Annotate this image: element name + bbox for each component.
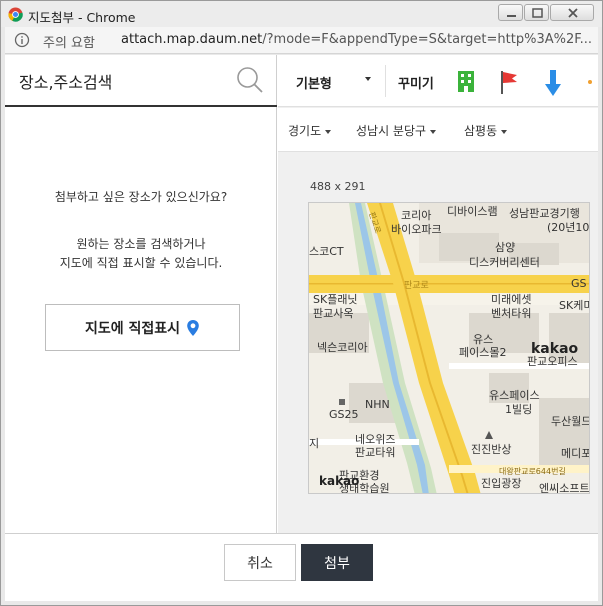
prompt-line-1: 원하는 장소를 검색하거나 [76,237,206,251]
building-icon[interactable] [456,69,476,93]
map-label: SK케미 [559,299,590,312]
map-label: 두산월드 [551,415,590,428]
map-panel: 기본형 꾸미기 경기도 성남시 분당구 삼평동 488 x 291 판교로 대왕… [278,55,598,533]
page-content: 장소,주소검색 첨부하고 싶은 장소가 있으신가요? 원하는 장소를 검색하거나… [5,55,598,601]
mark-on-map-button[interactable]: 지도에 직접표시 [45,304,240,351]
map-preview[interactable]: 판교로 대왕판교로644번길 디바이스램 성남판교경기행 (20년10월 코리아… [308,202,590,494]
title-bar: 지도첨부 - Chrome [1,1,602,27]
city-label: 성남시 분당구 [356,124,427,138]
map-label: 네오위즈 [355,433,395,446]
mark-on-map-label: 지도에 직접표시 [84,320,181,337]
url-text[interactable]: attach.map.daum.net/?mode=F&appendType=S… [121,32,592,47]
chevron-down-icon [325,129,332,134]
dialog-footer: 취소 첨부 [5,533,598,601]
cancel-button[interactable]: 취소 [224,544,296,581]
dong-select[interactable]: 삼평동 [464,122,508,139]
map-label: 엔씨소프트 [539,482,590,494]
arrow-down-icon[interactable] [544,69,562,97]
url-path: /?mode=F&appendType=S&target=http%3A%2F.… [262,32,593,47]
map-label: 진진반상 [471,443,511,456]
province-select[interactable]: 경기도 [288,122,332,139]
map-toolbar: 기본형 꾸미기 [278,55,598,107]
map-label: 진입광장 [481,477,521,490]
window-title: 지도첨부 - Chrome [28,10,136,25]
map-label: NHN [365,398,390,411]
map-label: 스코CT [309,245,344,258]
browser-window: 지도첨부 - Chrome 주의 요함 attach.map.daum.net/… [0,0,603,606]
map-label: 유스 [473,333,493,346]
map-label: 지 [309,437,319,450]
map-watermark: kakao [319,474,359,488]
search-icon[interactable] [235,65,265,95]
attach-button[interactable]: 첨부 [301,544,373,581]
chevron-down-icon [501,129,508,134]
chevron-down-icon[interactable] [365,77,371,81]
map-label: 판교오피스 [527,355,578,368]
map-label: 대왕판교로644번길 [499,467,566,476]
map-label: GS25 [329,408,359,421]
map-label: 유스페이스 [489,389,540,402]
map-label: (20년10월 [547,221,590,234]
map-label: GS [571,277,587,290]
province-label: 경기도 [288,124,322,138]
map-label: 성남판교경기행 [509,207,580,220]
decorate-label: 꾸미기 [398,77,434,92]
map-image[interactable]: 판교로 대왕판교로644번길 디바이스램 성남판교경기행 (20년10월 코리아… [309,203,590,494]
map-label: 넥슨코리아 [317,341,368,354]
maximize-button[interactable] [524,4,549,21]
city-select[interactable]: 성남시 분당구 [356,122,437,139]
map-label: 디스커버리센터 [469,256,540,269]
map-label: 페이스몰2 [459,346,506,359]
map-label: 바이오파크 [391,223,442,236]
toolbar-divider [385,65,386,97]
prompt-line-2: 지도에 직접 표시할 수 있습니다. [59,256,223,270]
map-label: 1빌딩 [505,403,532,416]
chevron-down-icon [430,129,437,134]
info-icon[interactable] [14,32,30,48]
close-button[interactable] [550,4,594,21]
search-panel: 장소,주소검색 첨부하고 싶은 장소가 있으신가요? 원하는 장소를 검색하거나… [5,55,277,533]
security-warning[interactable]: 주의 요함 [43,32,95,51]
flag-icon[interactable] [498,69,520,95]
map-label: 판교사옥 [313,307,353,320]
map-label: 메디포 [561,447,590,460]
map-label: 미래에셋 [491,293,531,306]
map-label: SK플래닛 [313,293,358,306]
url-host: attach.map.daum.net [121,32,263,47]
map-label: 디바이스램 [447,205,498,218]
prompt-question: 첨부하고 싶은 장소가 있으신가요? [54,190,228,204]
overflow-marker [588,80,592,84]
search-input[interactable]: 장소,주소검색 [19,69,112,93]
map-label: 판교로 [404,280,429,291]
dong-label: 삼평동 [464,124,498,138]
search-box[interactable]: 장소,주소검색 [5,55,277,107]
address-bar[interactable]: 주의 요함 attach.map.daum.net/?mode=F&append… [5,27,598,54]
minimize-button[interactable] [498,4,523,21]
poi-icon [339,399,345,405]
chrome-icon [8,7,23,22]
region-selector: 경기도 성남시 분당구 삼평동 [278,108,598,152]
map-label: 판교타워 [355,446,395,459]
map-label: 삼양 [495,241,515,254]
map-type-select[interactable]: 기본형 [296,73,332,92]
map-label: 코리아 [401,209,431,222]
map-pin-icon [187,319,199,336]
map-label: 벤처타워 [491,307,531,320]
map-size-label: 488 x 291 [310,180,366,193]
